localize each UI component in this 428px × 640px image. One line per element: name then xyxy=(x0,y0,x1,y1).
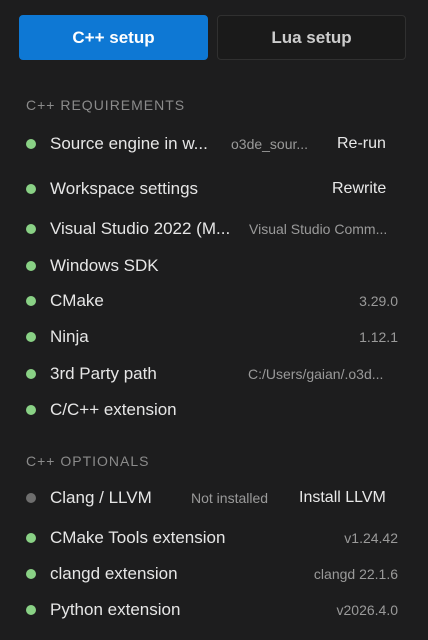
requirement-row-3rd-party-path: 3rd Party path C:/Users/gaian/.o3d... xyxy=(26,362,398,386)
requirement-detail: Visual Studio Comm... xyxy=(249,221,388,237)
requirement-label: CMake xyxy=(50,291,104,310)
requirement-row-workspace-settings: Workspace settings Rewrite xyxy=(26,177,398,201)
status-ok-icon xyxy=(26,369,36,379)
optional-detail: clangd 22.1.6 xyxy=(313,566,398,582)
requirement-label: Windows SDK xyxy=(50,256,159,275)
optional-label: clangd extension xyxy=(50,564,178,583)
requirement-row-cmake: CMake 3.29.0 xyxy=(26,289,398,313)
tab-cpp-setup[interactable]: C++ setup xyxy=(19,15,208,60)
optional-label: Clang / LLVM xyxy=(50,488,152,507)
requirement-detail: 1.12.1 xyxy=(359,329,398,345)
requirement-label: C/C++ extension xyxy=(50,400,177,419)
requirement-detail: 3.29.0 xyxy=(359,293,398,309)
status-ok-icon xyxy=(26,184,36,194)
requirement-row-visual-studio: Visual Studio 2022 (M... Visual Studio C… xyxy=(26,217,398,241)
status-ok-icon xyxy=(26,533,36,543)
status-ok-icon xyxy=(26,296,36,306)
requirement-label: Ninja xyxy=(50,327,89,346)
install-llvm-button[interactable]: Install LLVM xyxy=(299,489,386,507)
requirement-detail: C:/Users/gaian/.o3d... xyxy=(248,366,384,382)
requirement-row-windows-sdk: Windows SDK xyxy=(26,254,398,278)
status-ok-icon xyxy=(26,139,36,149)
optional-detail: v1.24.42 xyxy=(344,530,398,546)
optional-row-clangd: clangd extension clangd 22.1.6 xyxy=(26,562,398,586)
status-ok-icon xyxy=(26,569,36,579)
status-ok-icon xyxy=(26,605,36,615)
status-ok-icon xyxy=(26,405,36,415)
status-ok-icon xyxy=(26,224,36,234)
requirements-section-title: C++ REQUIREMENTS xyxy=(26,97,186,113)
requirement-label: Workspace settings xyxy=(50,179,199,198)
requirement-label: Visual Studio 2022 (M... xyxy=(50,219,231,238)
requirement-detail: o3de_sour... xyxy=(231,136,309,152)
rerun-button[interactable]: Re-run xyxy=(337,135,386,153)
optional-row-clang-llvm: Clang / LLVM Not installed Install LLVM xyxy=(26,486,398,510)
optional-detail: Not installed xyxy=(191,490,269,506)
optional-row-python: Python extension v2026.4.0 xyxy=(26,598,398,622)
requirement-label: Source engine in w... xyxy=(50,134,208,153)
requirement-row-source-engine: Source engine in w... o3de_sour... Re-ru… xyxy=(26,132,398,156)
status-ok-icon xyxy=(26,261,36,271)
requirement-row-cpp-extension: C/C++ extension xyxy=(26,398,398,422)
optional-label: CMake Tools extension xyxy=(50,528,226,547)
optional-row-cmake-tools: CMake Tools extension v1.24.42 xyxy=(26,526,398,550)
requirement-row-ninja: Ninja 1.12.1 xyxy=(26,325,398,349)
rewrite-button[interactable]: Rewrite xyxy=(332,180,386,198)
tab-lua-setup[interactable]: Lua setup xyxy=(217,15,406,60)
status-ok-icon xyxy=(26,332,36,342)
status-missing-icon xyxy=(26,493,36,503)
requirement-label: 3rd Party path xyxy=(50,364,157,383)
optional-detail: v2026.4.0 xyxy=(336,602,399,618)
optional-label: Python extension xyxy=(50,600,181,619)
setup-tabs: C++ setup Lua setup xyxy=(19,15,406,60)
optionals-section-title: C++ OPTIONALS xyxy=(26,453,150,469)
